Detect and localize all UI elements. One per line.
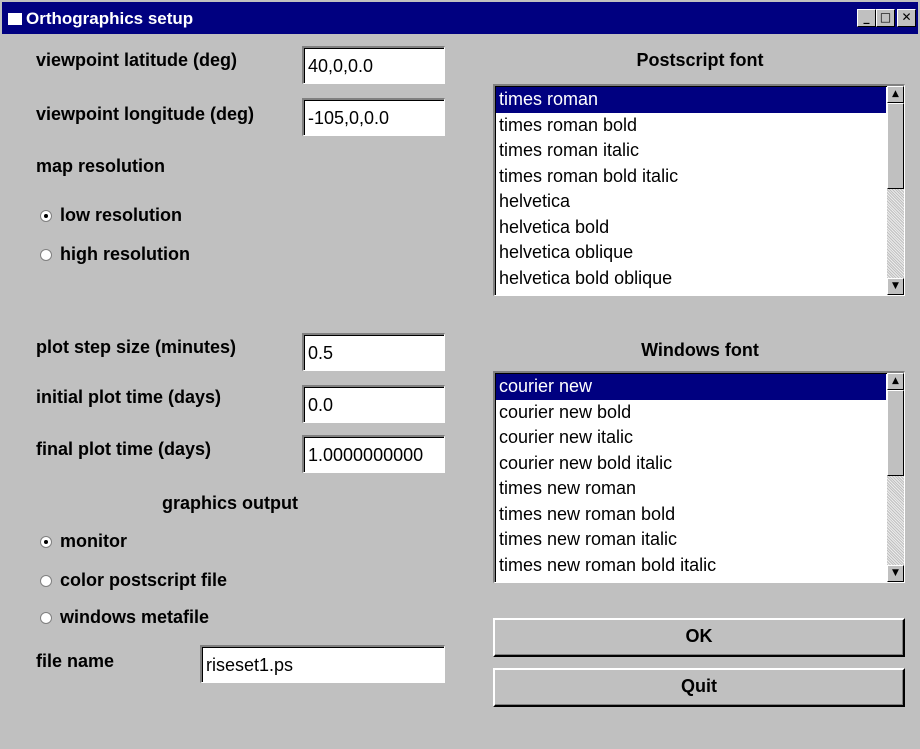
list-item[interactable]: times roman bold italic xyxy=(496,164,886,190)
longitude-input[interactable]: -105,0,0.0 xyxy=(302,98,445,136)
maximize-button[interactable]: □ xyxy=(876,9,895,27)
windows-font-listbox[interactable]: courier new courier new bold courier new… xyxy=(493,371,905,583)
scroll-thumb[interactable] xyxy=(887,103,904,189)
orthographics-setup-window: Orthographics setup _ □ ✕ viewpoint lati… xyxy=(0,0,920,749)
list-item[interactable]: helvetica bold oblique xyxy=(496,266,886,292)
radio-selected-icon xyxy=(40,535,52,548)
windows-metafile-radio[interactable]: windows metafile xyxy=(40,607,209,628)
list-item[interactable]: times roman italic xyxy=(496,138,886,164)
map-resolution-label: map resolution xyxy=(36,156,166,176)
final-time-label: final plot time (days) xyxy=(36,439,212,459)
color-postscript-radio[interactable]: color postscript file xyxy=(40,570,227,591)
list-item[interactable]: helvetica xyxy=(496,189,886,215)
window-title: Orthographics setup xyxy=(26,9,194,28)
initial-time-input[interactable]: 0.0 xyxy=(302,385,445,423)
monitor-radio[interactable]: monitor xyxy=(40,531,127,552)
postscript-font-scrollbar[interactable]: ▲ ▼ xyxy=(887,86,904,295)
radio-unselected-icon xyxy=(40,611,52,624)
list-item[interactable]: courier new italic xyxy=(496,425,886,451)
window-controls: _ □ ✕ xyxy=(857,9,916,27)
latitude-input[interactable]: 40,0,0.0 xyxy=(302,46,445,84)
step-size-input[interactable]: 0.5 xyxy=(302,333,445,371)
list-item[interactable]: courier new xyxy=(496,374,886,400)
step-size-label: plot step size (minutes) xyxy=(36,337,237,357)
radio-selected-icon xyxy=(40,209,52,222)
list-item[interactable]: courier new bold italic xyxy=(496,451,886,477)
list-item[interactable]: times roman xyxy=(496,87,886,113)
latitude-label: viewpoint latitude (deg) xyxy=(36,50,237,70)
ok-button[interactable]: OK xyxy=(493,618,905,657)
close-button[interactable]: ✕ xyxy=(897,9,916,27)
minimize-button[interactable]: _ xyxy=(857,9,876,27)
windows-font-label: Windows font xyxy=(641,340,759,360)
scroll-down-arrow-icon[interactable]: ▼ xyxy=(887,278,904,295)
list-item[interactable]: courier new bold xyxy=(496,400,886,426)
high-resolution-radio[interactable]: high resolution xyxy=(40,244,190,265)
file-name-label: file name xyxy=(36,651,115,671)
final-time-input[interactable]: 1.0000000000 xyxy=(302,435,445,473)
list-item[interactable]: times new roman bold xyxy=(496,502,886,528)
low-resolution-radio[interactable]: low resolution xyxy=(40,205,182,226)
radio-label: low resolution xyxy=(60,205,183,225)
window-icon xyxy=(8,13,22,25)
scroll-up-arrow-icon[interactable]: ▲ xyxy=(887,86,904,103)
longitude-label: viewpoint longitude (deg) xyxy=(36,104,254,124)
list-item[interactable]: times new roman italic xyxy=(496,527,886,553)
initial-time-label: initial plot time (days) xyxy=(36,387,222,407)
title-bar[interactable]: Orthographics setup _ □ ✕ xyxy=(2,2,918,34)
list-item[interactable]: helvetica oblique xyxy=(496,240,886,266)
file-name-input[interactable]: riseset1.ps xyxy=(200,645,445,683)
scroll-down-arrow-icon[interactable]: ▼ xyxy=(887,565,904,582)
scroll-thumb[interactable] xyxy=(887,390,904,476)
radio-label: color postscript file xyxy=(60,570,228,590)
list-item[interactable]: times roman bold xyxy=(496,113,886,139)
scroll-up-arrow-icon[interactable]: ▲ xyxy=(887,373,904,390)
radio-label: windows metafile xyxy=(60,607,210,627)
radio-unselected-icon xyxy=(40,248,52,261)
windows-font-scrollbar[interactable]: ▲ ▼ xyxy=(887,373,904,582)
quit-button[interactable]: Quit xyxy=(493,668,905,707)
list-item[interactable]: helvetica bold xyxy=(496,215,886,241)
radio-label: high resolution xyxy=(60,244,190,264)
postscript-font-listbox[interactable]: times roman times roman bold times roman… xyxy=(493,84,905,296)
list-item[interactable]: times new roman bold italic xyxy=(496,553,886,579)
radio-unselected-icon xyxy=(40,574,52,587)
postscript-font-label: Postscript font xyxy=(636,50,764,70)
graphics-output-label: graphics output xyxy=(162,493,298,513)
radio-label: monitor xyxy=(60,531,127,551)
list-item[interactable]: times new roman xyxy=(496,476,886,502)
